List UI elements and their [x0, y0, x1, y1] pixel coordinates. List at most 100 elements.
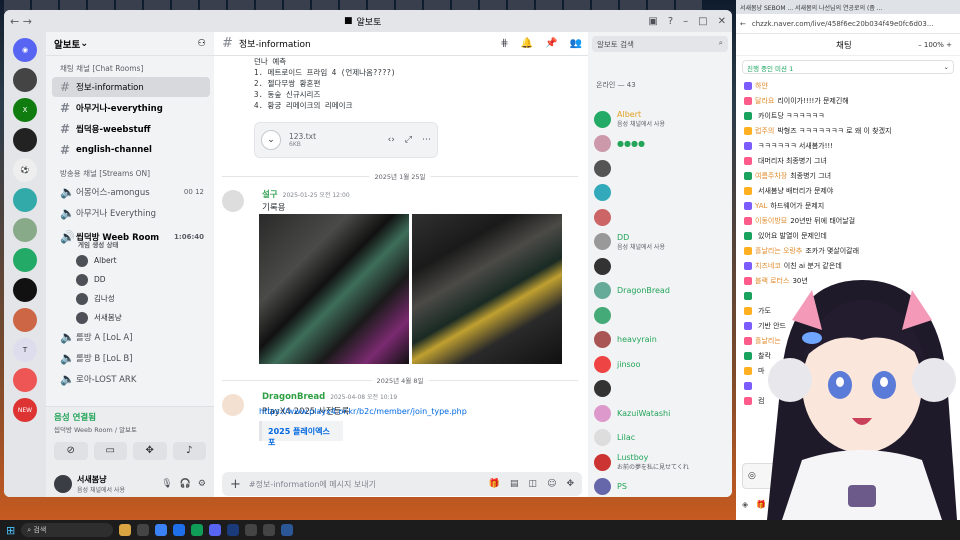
server-icon-3[interactable] — [13, 128, 37, 152]
mic-icon[interactable]: 🎙 — [161, 479, 172, 489]
member-item[interactable]: DragonBread — [594, 280, 730, 302]
plus-icon[interactable]: + — [230, 477, 241, 492]
voice-user[interactable]: 서새봄냥 — [46, 308, 214, 327]
video-off-button[interactable]: ⊘ — [54, 442, 88, 460]
bell-icon[interactable]: 🔔 — [521, 38, 533, 49]
member-item[interactable] — [594, 255, 730, 277]
windows-start-icon[interactable]: ⊞ — [6, 524, 15, 537]
minimize-button[interactable]: – — [683, 16, 688, 27]
link-embed[interactable]: 2025 플레이엑스포 — [259, 421, 343, 447]
server-icon-5[interactable] — [13, 188, 37, 212]
voice-channel-everything[interactable]: 🔈 아무거나 Everything — [52, 203, 210, 223]
chevron-down-icon[interactable]: ⌄ — [261, 130, 281, 150]
xbox-server-icon[interactable]: X — [13, 98, 37, 122]
emoji-icon[interactable]: ☺ — [547, 479, 556, 489]
gear-icon[interactable]: ⚙ — [198, 479, 206, 489]
server-icon-6[interactable] — [13, 218, 37, 242]
zoom-in-button[interactable]: + — [946, 41, 952, 49]
inbox-icon[interactable]: ▣ — [648, 16, 657, 27]
server-icon-1[interactable] — [13, 68, 37, 92]
soccer-server-icon[interactable]: ⚽ — [13, 158, 37, 182]
chat-message[interactable]: 여름주차장 최종병기 그녀 — [736, 168, 960, 183]
zoom-out-button[interactable]: – — [918, 41, 922, 49]
message-composer[interactable]: + #정보-information에 메시지 보내기 🎁 ▤ ◫ ☺ ✥ — [222, 472, 582, 496]
chat-message[interactable]: 하얀 — [736, 78, 960, 93]
apps-icon[interactable]: ✥ — [566, 479, 574, 489]
server-icon-8[interactable] — [13, 278, 37, 302]
chat-message[interactable]: 럽주의 박형즈 ㅋㅋㅋㅋㅋㅋㅋ 로 왜 이 찾겠지 — [736, 123, 960, 138]
nav-arrows[interactable]: ← → — [10, 15, 32, 28]
member-item[interactable]: DD 음성 채널에서 사용 — [594, 231, 730, 253]
voice-channel-lostark[interactable]: 🔈 로아-LOST ARK — [52, 369, 210, 389]
channel-everything[interactable]: # 아무거나-everything — [52, 98, 210, 118]
member-item[interactable]: KazuiWatashi — [594, 402, 730, 424]
message-link[interactable]: https://www.playx4.or.kr/b2c/member/join… — [259, 407, 467, 416]
server-icon-9[interactable] — [13, 308, 37, 332]
voice-channel-lol-b[interactable]: 🔈 롤방 B [LoL B] — [52, 348, 210, 368]
taskbar-app-icon[interactable] — [119, 524, 132, 536]
file-name[interactable]: 123.txt — [289, 132, 316, 141]
chat-username[interactable]: 여름주차장 — [755, 171, 787, 181]
taskbar-app-icon[interactable] — [155, 524, 168, 536]
browser-tab[interactable]: 서새봄냥 SEBOM ... 서새봄의 나선님의 연공로의 (좀 ... — [736, 0, 960, 14]
taskbar-app-icon[interactable] — [209, 524, 222, 536]
voice-user[interactable]: Albert — [46, 251, 214, 270]
member-item[interactable] — [594, 378, 730, 400]
file-attachment[interactable]: ⌄ 123.txt 6KB ‹› ⤢ ⋯ — [254, 122, 438, 158]
taskbar-app-icon[interactable] — [263, 524, 276, 536]
member-item[interactable]: PS — [594, 476, 730, 498]
back-icon[interactable]: ← — [740, 20, 746, 28]
server-icon-11[interactable] — [13, 368, 37, 392]
member-item[interactable] — [594, 304, 730, 326]
chat-username[interactable]: 흘날리는 오랑추 — [755, 246, 802, 256]
chat-username[interactable]: 하얀 — [755, 81, 768, 91]
chat-message[interactable]: 달라요 리이이가!!!!가 문제긴해 — [736, 93, 960, 108]
threads-icon[interactable]: ⋕ — [500, 38, 508, 49]
expand-icon[interactable]: ⤢ — [405, 135, 412, 145]
member-item[interactable]: heavyrain — [594, 329, 730, 351]
message-author[interactable]: DragonBread 2025-04-08 오전 10:19 — [262, 392, 397, 402]
chat-message[interactable]: 흘날리는 오랑추 조카가 몇살이갈래 — [736, 243, 960, 258]
taskbar-app-icon[interactable] — [227, 524, 240, 536]
soundboard-button[interactable]: ♪ — [172, 442, 206, 460]
chat-message[interactable]: 있어요 발열이 문제인데 — [736, 228, 960, 243]
member-item[interactable]: jinsoo — [594, 353, 730, 375]
taskbar-app-icon[interactable] — [245, 524, 258, 536]
chat-message[interactable]: 서새봄냥 배터리가 문제야 — [736, 183, 960, 198]
avatar[interactable] — [222, 190, 244, 212]
chat-message[interactable]: ㅋㅋㅋㅋㅋㅋ 서새봄가!!! — [736, 138, 960, 153]
channel-information[interactable]: # 정보-information — [52, 77, 210, 97]
maximize-button[interactable]: □ — [698, 16, 707, 27]
address-bar[interactable]: ← chzzk.naver.com/live/458f6ec20b034f49e0… — [736, 14, 960, 34]
pin-icon[interactable]: 📌 — [545, 38, 557, 49]
donate-icon[interactable]: ◈ — [742, 500, 748, 509]
avatar[interactable] — [54, 474, 72, 493]
taskbar-app-icon[interactable] — [191, 524, 204, 536]
headphones-icon[interactable]: 🎧 — [180, 479, 191, 489]
member-item[interactable] — [594, 206, 730, 228]
chat-username[interactable]: YAL — [755, 202, 767, 210]
code-icon[interactable]: ‹› — [388, 135, 395, 145]
chat-message[interactable]: YAL 하드웨어가 문제지 — [736, 198, 960, 213]
new-badge-icon[interactable]: NEW — [13, 398, 37, 422]
add-member-icon[interactable]: ⚇ — [197, 38, 206, 49]
composer-placeholder[interactable]: #정보-information에 메시지 보내기 — [249, 479, 376, 490]
members-icon[interactable]: 👥 — [570, 38, 582, 49]
avatar[interactable] — [222, 394, 244, 416]
taskbar-search[interactable]: ⌕ 검색 — [21, 523, 114, 537]
member-item[interactable]: Lilac — [594, 427, 730, 449]
sticker-icon[interactable]: ◫ — [529, 479, 538, 489]
chat-username[interactable]: 럽주의 — [755, 126, 774, 136]
chat-username[interactable]: 달라요 — [755, 96, 774, 106]
voice-user[interactable]: DD — [46, 270, 214, 289]
gif-icon[interactable]: ▤ — [510, 479, 519, 489]
member-item[interactable] — [594, 182, 730, 204]
taskbar-app-icon[interactable] — [137, 524, 150, 536]
message-author[interactable]: 설구 2025-01-25 오전 12:00 — [262, 188, 350, 200]
chat-message[interactable]: 이동이방묘 20년만 뒤에 태어날걸 — [736, 213, 960, 228]
voice-channel-amongus[interactable]: 🔈 어몽어스-amongus 00 12 — [52, 182, 210, 202]
chat-message[interactable]: 대머리자 최종병기 그녀 — [736, 153, 960, 168]
member-item[interactable]: Albert 음성 채널에서 사용 — [594, 108, 730, 130]
attachment-image[interactable] — [259, 214, 409, 364]
search-input[interactable]: 알보토 검색 ⌕ — [592, 36, 728, 52]
